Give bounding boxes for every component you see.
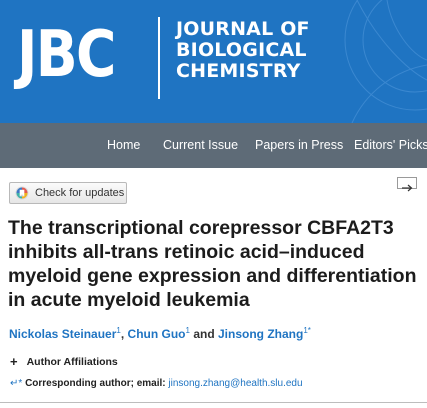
arrow-right-icon [402,184,413,192]
article-title: The transcriptional corepressor CBFA2T3 … [8,216,423,312]
nav-editors-picks[interactable]: Editors' Picks [354,123,427,168]
author-affiliations-toggle[interactable]: + Author Affiliations [10,354,118,369]
expand-button[interactable] [397,177,417,192]
article-title-line: The transcriptional corepressor CBFA2T3 [8,217,394,239]
author-list: Nickolas Steinauer1, Chun Guo1 and Jinso… [9,326,311,341]
journal-name[interactable]: JOURNAL OF BIOLOGICAL CHEMISTRY [176,19,310,82]
author-affiliations-label: Author Affiliations [26,355,118,368]
author-link[interactable]: Chun Guo [128,327,186,341]
logo-divider [158,17,160,99]
author-and: and [193,327,215,341]
article-title-line: myeloid gene expression and differentiat… [8,265,417,287]
divider [0,402,427,403]
jbc-logo[interactable]: JBC [17,10,116,100]
author-separator: , [120,327,125,341]
crossmark-icon [15,186,29,200]
nav-home[interactable]: Home [107,123,140,168]
journal-header-banner: JBC JOURNAL OF BIOLOGICAL CHEMISTRY [0,0,427,123]
plus-icon: + [10,354,18,369]
nav-papers-in-press[interactable]: Papers in Press [255,123,343,168]
author-affiliation-sup[interactable]: 1* [303,326,311,335]
check-for-updates-button[interactable]: Check for updates [9,182,127,204]
nav-current-issue[interactable]: Current Issue [163,123,238,168]
journal-name-line-1: JOURNAL OF [176,18,310,40]
check-for-updates-label: Check for updates [35,187,125,199]
author-link[interactable]: Jinsong Zhang [218,327,303,341]
return-arrow-icon[interactable]: ↵* [10,378,22,389]
corresponding-author-note: ↵* Corresponding author; email: jinsong.… [10,378,303,389]
article-title-line: inhibits all-trans retinoic acid–induced [8,241,365,263]
author-affiliation-sup[interactable]: 1 [186,326,190,335]
corresponding-author-email[interactable]: jinsong.zhang@health.slu.edu [168,378,302,389]
main-navigation: Home Current Issue Papers in Press Edito… [0,123,427,168]
journal-name-line-3: CHEMISTRY [176,60,301,82]
decorative-circles-graphic [344,0,427,123]
author-link[interactable]: Nickolas Steinauer [9,327,116,341]
journal-name-line-2: BIOLOGICAL [176,39,307,61]
article-title-line: in acute myeloid leukemia [8,289,250,311]
corresponding-author-label: Corresponding author; email: [25,378,166,389]
